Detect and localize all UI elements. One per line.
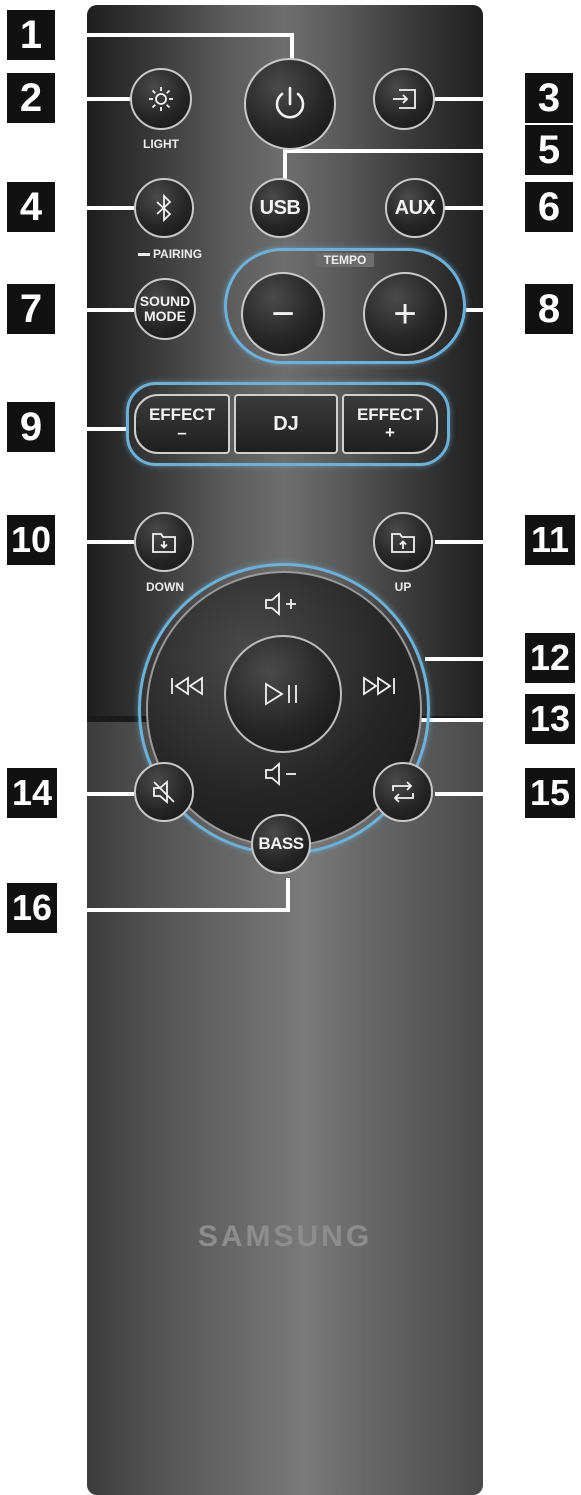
repeat-button[interactable] [373, 762, 433, 822]
tempo-plus-label: + [393, 291, 417, 336]
mute-button[interactable] [134, 762, 194, 822]
effect-minus-sign: – [177, 423, 187, 442]
bluetooth-button[interactable] [134, 178, 194, 238]
callout-line-6 [445, 206, 525, 210]
up-label: UP [394, 580, 412, 594]
callout-line-10 [54, 540, 134, 544]
brand-logo: SAMSUNG [197, 1220, 373, 1253]
effect-minus-button[interactable]: EFFECT – [134, 394, 230, 454]
usb-button[interactable]: USB [250, 178, 310, 238]
folder-down-icon [151, 530, 177, 554]
volume-down-icon [264, 761, 304, 792]
volume-up-button[interactable] [258, 586, 310, 626]
callout-line-5 [283, 149, 287, 179]
effect-minus-label: EFFECT [148, 405, 216, 425]
callout-1: 1 [7, 10, 55, 60]
pairing-text: PAIRING [152, 247, 203, 261]
effect-plus-button[interactable]: EFFECT + [342, 394, 438, 454]
callout-line-8 [466, 308, 525, 312]
tempo-minus-button[interactable]: − [241, 272, 325, 356]
callout-line-7 [54, 308, 134, 312]
callout-line-15 [435, 792, 525, 796]
pairing-dash [137, 253, 150, 257]
input-source-button[interactable] [373, 68, 435, 130]
dj-button[interactable]: DJ [234, 394, 338, 454]
mute-icon [150, 779, 178, 805]
folder-down-button[interactable] [134, 512, 194, 572]
pairing-label: PAIRING [128, 247, 212, 261]
callout-5: 5 [525, 125, 573, 175]
bass-button[interactable]: BASS [251, 814, 311, 874]
folder-up-button[interactable] [373, 512, 433, 572]
callout-15: 15 [525, 768, 575, 818]
callout-12: 12 [525, 633, 575, 683]
repeat-icon [389, 779, 417, 805]
brightness-icon [148, 86, 174, 112]
callout-7: 7 [7, 284, 55, 334]
callout-line-5 [283, 149, 525, 153]
callout-3: 3 [525, 73, 573, 123]
tempo-plus-button[interactable]: + [363, 272, 447, 356]
callout-9: 9 [7, 402, 55, 452]
dj-label: DJ [273, 412, 299, 435]
callout-13: 13 [525, 694, 575, 744]
remote-diagram: SAMSUNG 1 2 3 4 5 6 7 8 9 10 11 12 13 14… [0, 0, 581, 1495]
sound-mode-label-1: SOUND [139, 293, 191, 310]
callout-10: 10 [7, 515, 55, 565]
light-button[interactable] [130, 68, 192, 130]
play-pause-icon [263, 681, 303, 707]
callout-2: 2 [7, 73, 55, 123]
callout-11: 11 [525, 515, 575, 565]
down-label: DOWN [146, 580, 184, 594]
callout-line-2 [54, 97, 134, 101]
tempo-label: TEMPO [316, 253, 374, 267]
bluetooth-icon [154, 194, 174, 222]
callout-line-16 [286, 878, 290, 912]
callout-line-14 [54, 792, 134, 796]
callout-14: 14 [7, 768, 57, 818]
light-label: LIGHT [143, 137, 179, 151]
callout-8: 8 [525, 284, 573, 334]
callout-line-11 [435, 540, 525, 544]
callout-line-4 [54, 206, 134, 210]
callout-line-12 [425, 657, 525, 661]
callout-4: 4 [7, 182, 55, 232]
skip-next-icon [361, 675, 397, 702]
callout-6: 6 [525, 182, 573, 232]
callout-line-16 [54, 908, 290, 912]
callout-line-9 [54, 427, 126, 431]
power-button[interactable] [244, 58, 336, 150]
previous-button[interactable] [164, 668, 210, 708]
play-pause-button[interactable] [224, 635, 342, 753]
tempo-minus-label: − [271, 291, 295, 336]
effect-plus-sign: + [385, 423, 395, 442]
power-icon [270, 84, 310, 124]
callout-line-1 [54, 33, 294, 37]
next-button[interactable] [356, 668, 402, 708]
callout-line-3 [435, 97, 525, 101]
input-source-icon [391, 88, 417, 110]
sound-mode-button[interactable]: SOUND MODE [134, 278, 196, 340]
aux-button[interactable]: AUX [385, 178, 445, 238]
effect-plus-label: EFFECT [356, 405, 424, 425]
volume-down-button[interactable] [258, 756, 310, 796]
sound-mode-label-2: MODE [144, 308, 186, 324]
callout-16: 16 [7, 883, 57, 933]
skip-previous-icon [169, 675, 205, 702]
folder-up-icon [390, 530, 416, 554]
volume-up-icon [264, 591, 304, 622]
